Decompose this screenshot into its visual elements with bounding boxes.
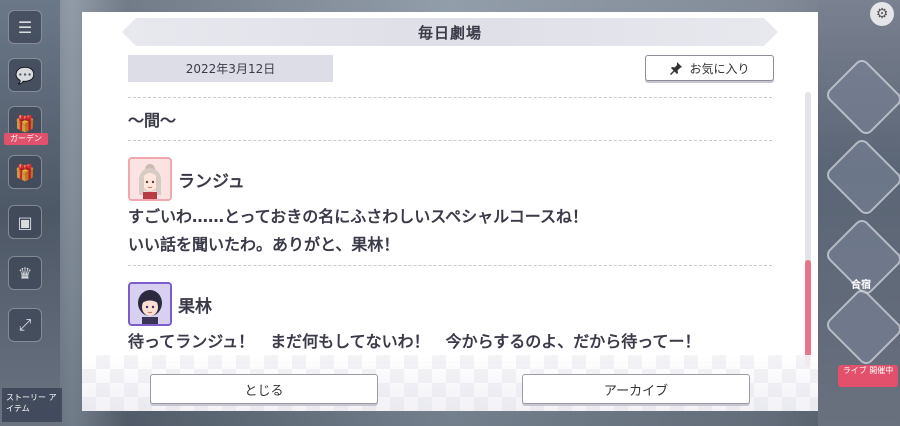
speaker-row: 果林 (128, 282, 772, 326)
user-icon[interactable]: ⚙ (870, 2, 894, 26)
archive-label: アーカイブ (603, 383, 669, 399)
dialog-line: すごいわ……とっておきの名にふさわしいスペシャルコースね！ (128, 207, 589, 226)
archive-button[interactable]: アーカイブ (522, 374, 750, 404)
screen-icon[interactable]: ▣ (8, 205, 42, 239)
close-button[interactable]: とじる (150, 374, 378, 404)
dialog-line: いい話を聞いたわ。ありがと、果林！ (128, 235, 400, 254)
left-badge: ガーデン (4, 133, 48, 145)
dialog-line: 待ってランジュ！ まだ何もしてないわ！ 今からするのよ、だから待ってー！ (128, 332, 701, 351)
section-title: 〜間〜 (128, 111, 177, 130)
pin-icon (669, 61, 683, 75)
speaker-row: ランジュ (128, 157, 772, 201)
favorite-label: お気に入り (689, 61, 750, 76)
dialog-title-bar: 毎日劇場 (122, 18, 778, 46)
trophy-icon[interactable]: ♛ (8, 256, 42, 290)
favorite-button[interactable]: お気に入り (645, 55, 774, 81)
gift-icon[interactable]: 🎁 (8, 155, 42, 189)
divider (128, 265, 772, 266)
divider (128, 140, 772, 141)
right-diamond-1[interactable] (823, 56, 900, 138)
scrollbar-thumb[interactable] (805, 260, 811, 367)
close-label: とじる (244, 383, 284, 399)
story-content: 〜間〜 ランジュ すごいわ……とっておきの名にふさわしいスペシャルコースね！ い… (128, 97, 772, 363)
left-menu-column: ☰ 💬 🎁 ガーデン 🎁 ▣ ♛ ⤢ ストーリー アイテム (0, 0, 62, 426)
daily-theater-dialog: 毎日劇場 2022年3月12日 お気に入り 〜間〜 ランジュ すごいわ……とって… (82, 12, 818, 411)
right-pink-badge: ライブ 開催中 (838, 365, 898, 387)
expand-icon[interactable]: ⤢ (8, 308, 42, 342)
dialog-title: 毎日劇場 (417, 23, 482, 42)
lanzhu-avatar (128, 157, 172, 201)
menu-icon[interactable]: ☰ (8, 10, 42, 44)
right-menu-column: ⚙ 合宿 ライブ 開催中 (818, 0, 900, 426)
chat-icon[interactable]: 💬 (8, 58, 42, 92)
date-label: 2022年3月12日 (128, 55, 333, 82)
karin-avatar (128, 282, 172, 326)
dialog-footer: とじる アーカイブ (82, 355, 818, 411)
speaker-name: 果林 (178, 296, 212, 317)
right-diamond-4[interactable] (823, 286, 900, 368)
speaker-name: ランジュ (178, 171, 245, 192)
left-bottom-label: ストーリー アイテム (2, 388, 62, 422)
right-diamond-2[interactable] (823, 136, 900, 218)
